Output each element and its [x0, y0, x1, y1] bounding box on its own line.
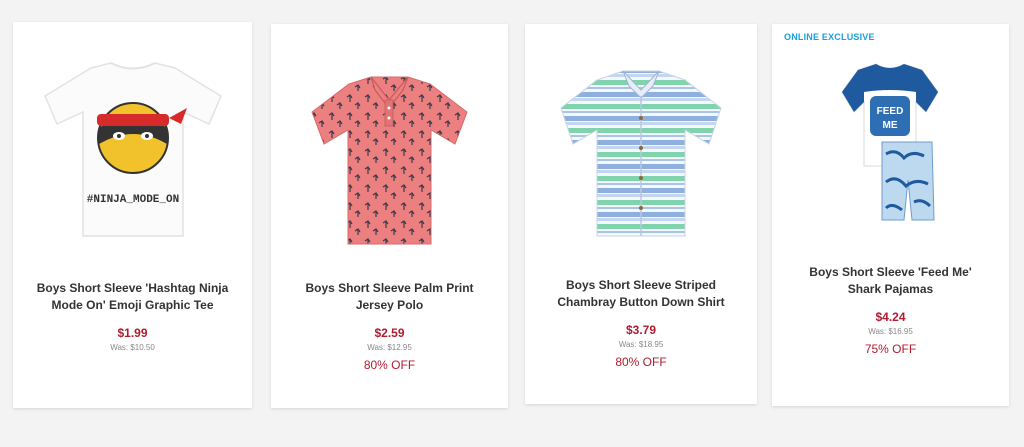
- striped-shirt-icon: [560, 70, 722, 237]
- was-price: Was: $12.95: [367, 343, 412, 352]
- product-card[interactable]: Boys Short Sleeve Striped Chambray Butto…: [525, 24, 757, 404]
- product-price: $2.59: [374, 326, 405, 340]
- product-image[interactable]: [525, 68, 757, 240]
- pajama-set-icon: FEED ME: [841, 63, 939, 221]
- discount-badge: 80% OFF: [363, 358, 416, 372]
- product-title[interactable]: Boys Short Sleeve 'Feed Me' Shark Pajama…: [794, 264, 987, 298]
- was-price: Was: $18.95: [618, 340, 664, 349]
- product-price: $3.79: [625, 323, 657, 337]
- was-price: Was: $16.95: [868, 327, 913, 336]
- product-title[interactable]: Boys Short Sleeve Palm Print Jersey Polo: [293, 280, 486, 314]
- product-title[interactable]: Boys Short Sleeve Striped Chambray Butto…: [547, 277, 735, 311]
- product-image[interactable]: #NINJA_MODE_ON: [13, 60, 252, 242]
- product-price: $1.99: [117, 326, 148, 340]
- product-card[interactable]: Boys Short Sleeve Palm Print Jersey Polo…: [271, 24, 508, 408]
- product-image[interactable]: FEED ME: [772, 62, 1009, 222]
- shirt-print-text: #NINJA_MODE_ON: [87, 194, 179, 206]
- product-price: $4.24: [875, 310, 906, 324]
- tshirt-icon: #NINJA_MODE_ON: [44, 62, 222, 237]
- discount-badge: 80% OFF: [615, 355, 667, 369]
- product-card[interactable]: #NINJA_MODE_ON Boys Short Sleeve 'Hashta…: [13, 22, 252, 408]
- product-title[interactable]: Boys Short Sleeve 'Hashtag Ninja Mode On…: [35, 280, 230, 314]
- discount-badge: 75% OFF: [864, 342, 917, 356]
- polo-shirt-icon: [311, 76, 468, 245]
- product-card[interactable]: ONLINE EXCLUSIVE FEED ME Boys Short Slee…: [772, 24, 1009, 406]
- svg-text:FEED: FEED: [877, 106, 904, 117]
- svg-text:ME: ME: [883, 120, 898, 131]
- product-image[interactable]: [271, 74, 508, 252]
- was-price: Was: $10.50: [110, 343, 155, 352]
- online-exclusive-badge: ONLINE EXCLUSIVE: [784, 32, 875, 42]
